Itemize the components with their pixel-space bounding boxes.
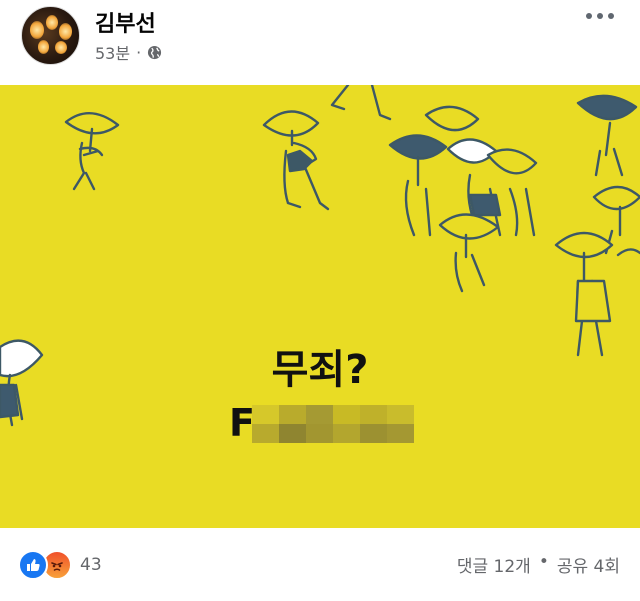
reactions-summary[interactable]: 43 [18,550,102,580]
meta-separator: · [136,42,142,62]
image-headline: 무죄? [271,347,369,393]
globe-icon[interactable] [147,45,162,60]
post-meta: 53분 · [95,40,162,64]
more-options-icon-dot [608,13,614,19]
mosaic-cell [252,405,279,424]
author-avatar[interactable] [21,6,80,65]
mosaic-cell [387,405,414,424]
more-options-icon [586,13,592,19]
author-name[interactable]: 김부선 [95,6,156,38]
like-icon [18,550,48,580]
more-options-icon-dot [597,13,603,19]
mosaic-cell [360,424,387,443]
mosaic-cell [306,424,333,443]
post-header: 김부선 53분 · [0,0,640,84]
post-stats: 댓글 12개 • 공유 4회 [457,552,620,577]
reaction-count[interactable]: 43 [80,555,102,575]
share-count[interactable]: 공유 4회 [557,552,620,577]
mosaic-cell [333,424,360,443]
post-footer: 43 댓글 12개 • 공유 4회 [0,528,640,601]
mosaic-cell [333,405,360,424]
comment-count[interactable]: 댓글 12개 [457,552,531,577]
mosaic-cell [279,405,306,424]
censored-text-mosaic [252,405,414,443]
post-time[interactable]: 53분 [95,40,130,64]
mosaic-cell [279,424,306,443]
mosaic-cell [387,424,414,443]
umbrella-people-illustration [0,85,640,427]
mosaic-cell [360,405,387,424]
post-image[interactable]: 무죄? F [0,85,640,528]
mosaic-cell [306,405,333,424]
mosaic-cell [252,424,279,443]
stats-separator: • [538,552,549,572]
more-options-button[interactable] [586,8,614,24]
